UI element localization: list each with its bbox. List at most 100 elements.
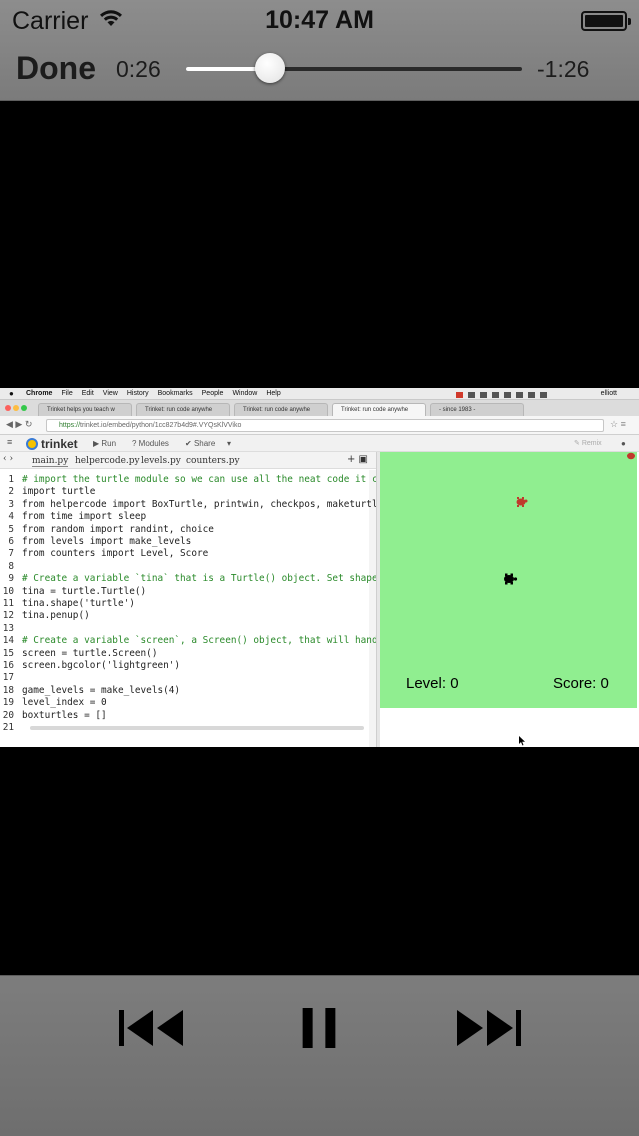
- code-text: # import the turtle module so we can use…: [22, 474, 376, 485]
- line-number: 10: [2, 585, 14, 597]
- mac-menu-items: Chrome File Edit View History Bookmarks People…: [26, 388, 290, 400]
- pause-icon[interactable]: [301, 1008, 337, 1048]
- line-number: 3: [8, 498, 14, 510]
- code-line: 12 tina.penup(): [0, 610, 90, 622]
- output-area: [380, 708, 637, 747]
- player-controls-bar: [0, 975, 639, 1136]
- code-line: 4 from time import sleep: [0, 511, 146, 523]
- url-field: https://trinket.io/embed/python/1cc827b4…: [46, 419, 604, 432]
- modules-control: ? Modules: [132, 439, 169, 448]
- menu-item: Edit: [81, 390, 94, 397]
- code-line: 19 level_index = 0: [0, 697, 107, 709]
- apple-icon: ●: [9, 389, 14, 398]
- browser-tab: Trinket: run code anywhe: [136, 403, 230, 416]
- window-controls: [5, 405, 29, 413]
- line-number: 6: [8, 536, 14, 547]
- browser-address-bar: ◀ ▶ ↻ https://trinket.io/embed/python/1c…: [0, 416, 639, 435]
- code-text: tina.penup(): [22, 610, 90, 622]
- status-bar: Carrier 10:47 AM: [0, 0, 639, 40]
- corner-turtle-icon: [627, 452, 635, 460]
- code-line: 20 boxturtles = []: [0, 710, 107, 722]
- code-line: 1 # import the turtle module so we can us…: [0, 474, 376, 486]
- file-tab-helpercode: helpercode.py: [75, 456, 140, 466]
- code-text: from counters import Level, Score: [22, 548, 209, 560]
- user-icon: ●: [621, 439, 626, 448]
- line-number: 5: [8, 523, 14, 535]
- code-text: screen.bgcolor('lightgreen'): [22, 660, 181, 671]
- menu-item: Chrome: [26, 390, 53, 397]
- menu-item: History: [126, 390, 149, 397]
- done-button[interactable]: Done: [16, 50, 96, 87]
- line-number: 4: [8, 511, 14, 523]
- url-scheme: https://: [59, 422, 81, 429]
- code-text: # Create a variable `tina` that is a Tur…: [22, 573, 376, 585]
- trinket-logo-text: trinket: [41, 437, 78, 451]
- code-text: from time import sleep: [22, 511, 147, 523]
- code-text: game_levels = make_levels(4): [22, 684, 181, 696]
- code-editor: 1 # import the turtle module so we can us…: [0, 470, 376, 747]
- line-number: 8: [8, 560, 14, 572]
- modules-label: Modules: [138, 439, 169, 448]
- file-tab-main: main.py: [32, 456, 69, 467]
- browser-nav-icons: ◀ ▶ ↻: [6, 419, 33, 429]
- trinket-toolbar: ≡ trinket ▶ Run ? Modules ✔ Share ▾ ✎ Re…: [0, 435, 639, 452]
- code-line: 13: [0, 623, 22, 635]
- status-time: 10:47 AM: [265, 6, 374, 34]
- share-dropdown-icon: ▾: [227, 439, 232, 448]
- trinket-logo-icon: [26, 438, 38, 450]
- code-line: 21: [0, 722, 22, 734]
- code-line: 2 import turtle: [0, 486, 95, 498]
- run-control: ▶ Run: [93, 439, 117, 448]
- browser-tab: Trinket helps you teach w: [38, 403, 132, 416]
- hamburger-icon: ≡: [7, 437, 13, 447]
- tab-scroll-icons: ‹ ›: [3, 454, 14, 464]
- line-number: 12: [2, 610, 14, 622]
- battery-icon: [581, 11, 631, 31]
- code-text: tina = turtle.Turtle(): [22, 585, 147, 597]
- line-number: 7: [8, 548, 14, 560]
- line-number: 20: [2, 709, 14, 721]
- code-text: screen = turtle.Screen(): [22, 647, 158, 659]
- red-turtle-icon: [516, 497, 528, 507]
- level-counter: Level: 0: [406, 675, 459, 692]
- code-text: tina.shape('turtle'): [22, 598, 135, 609]
- browser-tab: Trinket: run code anywhe: [234, 403, 328, 416]
- score-counter: Score: 0: [553, 675, 609, 692]
- scrubber-track[interactable]: [186, 53, 522, 83]
- line-number: 11: [2, 598, 14, 609]
- menu-tray-icons: [456, 391, 576, 398]
- code-line: 3 from helpercode import BoxTurtle, print…: [0, 499, 376, 511]
- line-number: 13: [2, 622, 14, 634]
- menu-item: View: [102, 390, 118, 397]
- code-text: # Create a variable `screen`, a Screen()…: [22, 635, 376, 647]
- url-path: trinket.io/embed/python/1cc827b4d9#.VYQs…: [80, 422, 242, 429]
- browser-tab-active: Trinket: run code anywhe: [332, 403, 426, 416]
- menu-item: File: [61, 390, 73, 397]
- code-line: 11 tina.shape('turtle'): [0, 598, 135, 610]
- run-label: Run: [101, 439, 117, 448]
- file-tab-levels: levels.py: [141, 456, 181, 466]
- code-text: import turtle: [22, 486, 96, 498]
- scrubber-knob[interactable]: [255, 53, 285, 83]
- line-number: 1: [8, 474, 14, 485]
- share-control: ✔ Share: [185, 439, 216, 448]
- browser-tab: - since 1983 -: [430, 403, 524, 416]
- remix-control: ✎ Remix: [574, 440, 602, 447]
- code-line: 15 screen = turtle.Screen(): [0, 647, 158, 660]
- code-line: 5 from random import randint, choice: [0, 524, 214, 536]
- code-line: 17: [0, 672, 22, 684]
- black-turtle-icon: [504, 573, 518, 585]
- next-track-icon[interactable]: [457, 1008, 521, 1048]
- line-number: 21: [2, 722, 14, 733]
- code-text: level_index = 0: [22, 697, 107, 709]
- code-text: from helpercode import BoxTurtle, printw…: [22, 498, 376, 510]
- line-number: 2: [8, 486, 14, 498]
- browser-tab-strip: Trinket helps you teach w Trinket: run c…: [0, 400, 639, 416]
- video-frame[interactable]: ● Chrome File Edit View History Bookmarks Peop…: [0, 388, 639, 747]
- code-text: from levels import make_levels: [22, 536, 192, 547]
- code-line: 14 # Create a variable `screen`, a Screen…: [0, 635, 376, 647]
- code-text: from random import randint, choice: [22, 523, 214, 535]
- previous-track-icon[interactable]: [119, 1008, 183, 1048]
- line-number: 18: [2, 684, 14, 696]
- remaining-time: -1:26: [537, 56, 590, 82]
